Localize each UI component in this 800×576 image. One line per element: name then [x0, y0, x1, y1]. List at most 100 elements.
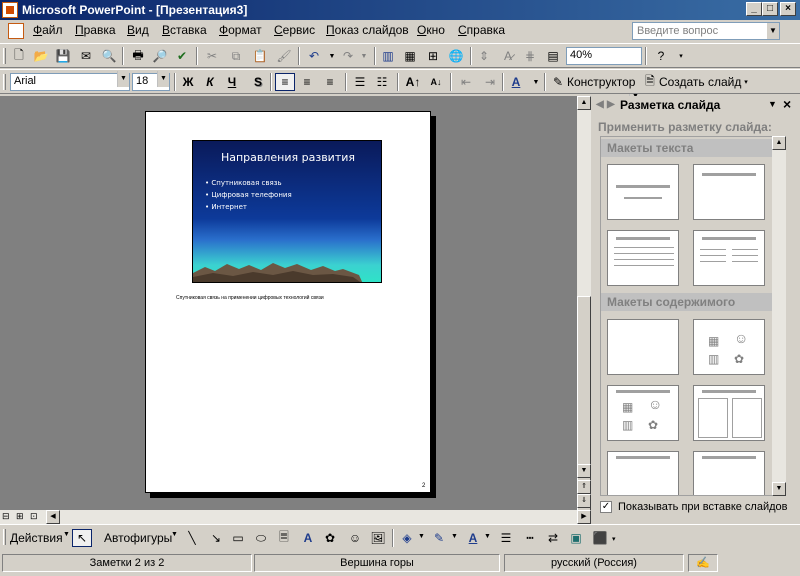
line-icon[interactable]: ╲	[182, 529, 202, 547]
menu-format[interactable]: Формат	[219, 23, 262, 37]
dash-style-icon[interactable]: ┅	[520, 529, 540, 547]
toolbar-options-icon[interactable]: ▾	[671, 47, 691, 65]
cut-icon[interactable]: ✂	[202, 47, 222, 65]
pane-close-icon[interactable]: ×	[783, 96, 791, 112]
oval-icon[interactable]: ⬭	[251, 529, 271, 547]
new-slide-button[interactable]: Создать слайд	[659, 75, 741, 89]
menu-view[interactable]: Вид	[127, 23, 149, 37]
new-slide-icon[interactable]: 🗎	[640, 73, 660, 91]
shadow-icon[interactable]: ▣	[566, 529, 586, 547]
sorter-view-icon[interactable]: ⊞	[16, 511, 28, 523]
scroll-left-icon[interactable]: ◀	[46, 510, 60, 524]
table-icon[interactable]: ▦	[400, 47, 420, 65]
normal-view-icon[interactable]: ⊟	[2, 511, 14, 523]
expand-icon[interactable]: ⇕	[474, 47, 494, 65]
numbering-icon[interactable]: ☰	[350, 73, 370, 91]
layout-four-content[interactable]	[607, 451, 679, 495]
spelling-icon[interactable]: ✔	[172, 47, 192, 65]
redo-dropdown-icon[interactable]: ▼	[354, 47, 374, 65]
scroll-down-icon[interactable]: ▼	[577, 464, 591, 478]
increase-indent-icon[interactable]: ⇥	[480, 73, 500, 91]
back-icon[interactable]: ◀	[596, 99, 604, 110]
menu-insert[interactable]: Вставка	[162, 23, 207, 37]
increase-font-icon[interactable]: A↑	[403, 73, 423, 91]
menu-tools[interactable]: Сервис	[274, 23, 315, 37]
menu-slideshow[interactable]: Показ слайдов	[326, 23, 409, 37]
align-left-icon[interactable]: ≡	[275, 73, 295, 91]
gallery-scroll-up-icon[interactable]: ▲	[772, 136, 786, 150]
layout-blank[interactable]	[607, 319, 679, 375]
shadow-button[interactable]: S	[248, 73, 268, 91]
rectangle-icon[interactable]: ▭	[228, 529, 248, 547]
layout-title-slide[interactable]	[607, 164, 679, 220]
grid-icon[interactable]: ⋕	[520, 47, 540, 65]
picture-icon[interactable]: 🖼	[368, 529, 388, 547]
toolbar-grip[interactable]	[3, 48, 6, 64]
layout-two-columns[interactable]	[693, 230, 765, 286]
ask-dropdown-icon[interactable]: ▼	[767, 23, 779, 39]
font-select[interactable]: Arial	[10, 73, 130, 91]
slideshow-view-icon[interactable]: ⊡	[30, 511, 42, 523]
layout-content[interactable]: ▦ ☺ ▥ ✿	[693, 319, 765, 375]
spelling-status-icon[interactable]: ✍	[688, 554, 718, 572]
3d-icon[interactable]: ⬛	[590, 529, 610, 547]
autoshapes-menu[interactable]: Автофигуры	[104, 531, 172, 545]
menu-edit[interactable]: Правка	[75, 23, 116, 37]
color-grayscale-icon[interactable]: ▤	[543, 47, 563, 65]
line-style-icon[interactable]: ☰	[496, 529, 516, 547]
tables-borders-icon[interactable]: ⊞	[423, 47, 443, 65]
previous-slide-icon[interactable]: ⇑	[577, 480, 591, 494]
scroll-up-icon[interactable]: ▲	[577, 96, 591, 110]
actions-dropdown-icon[interactable]: ▼	[63, 531, 70, 538]
save-icon[interactable]: 💾	[53, 47, 73, 65]
menu-file[interactable]: Файл	[33, 23, 63, 37]
layout-four-content-alt[interactable]	[693, 451, 765, 495]
designer-button[interactable]: Конструктор	[567, 75, 635, 89]
select-pointer-icon[interactable]: ↖	[72, 529, 92, 547]
line-color-icon[interactable]: ✎	[429, 529, 449, 547]
font-color-icon[interactable]: A	[506, 73, 526, 91]
vertical-scrollbar[interactable]: ▲ ▼ ⇑ ⇓	[577, 96, 591, 544]
autoshapes-dropdown-icon[interactable]: ▼	[171, 531, 178, 538]
horizontal-scrollbar[interactable]: ⊟ ⊞ ⊡ ◀ ▶	[0, 510, 591, 524]
preview-icon[interactable]: 🔎	[150, 47, 170, 65]
paste-icon[interactable]: 📋	[250, 47, 270, 65]
close-button[interactable]: ×	[780, 2, 796, 16]
layout-title-text[interactable]	[607, 230, 679, 286]
toolbar-options-icon[interactable]: ▾	[612, 535, 616, 543]
show-formatting-icon[interactable]: A̷	[498, 47, 518, 65]
gallery-scroll-down-icon[interactable]: ▼	[772, 482, 786, 496]
font-color-dropdown-icon[interactable]: ▼	[526, 73, 546, 91]
textbox-icon[interactable]: 🗏	[274, 529, 294, 547]
font-dropdown-icon[interactable]: ▼	[117, 71, 129, 87]
decrease-indent-icon[interactable]: ⇤	[456, 73, 476, 91]
align-right-icon[interactable]: ≡	[320, 73, 340, 91]
permission-icon[interactable]: ✉	[76, 47, 96, 65]
layout-title-two-content[interactable]	[693, 385, 765, 441]
powerpoint-icon[interactable]	[2, 2, 18, 18]
chart-icon[interactable]: ▥	[378, 47, 398, 65]
slide-preview[interactable]: Направления развития • Спутниковая связь…	[192, 140, 382, 283]
next-slide-icon[interactable]: ⇓	[577, 494, 591, 508]
fill-dropdown-icon[interactable]: ▼	[418, 533, 425, 540]
bold-button[interactable]: Ж	[178, 73, 198, 91]
clipart-icon[interactable]: ☺	[345, 529, 365, 547]
open-icon[interactable]: 📂	[31, 47, 51, 65]
toolbar-grip[interactable]	[3, 529, 6, 545]
format-painter-icon[interactable]: 🖌	[274, 47, 294, 65]
arrow-icon[interactable]: ↘	[206, 529, 226, 547]
bullets-icon[interactable]: ☷	[372, 73, 392, 91]
maximize-button[interactable]: □	[762, 2, 778, 16]
ask-question-input[interactable]: Введите вопрос	[632, 22, 780, 40]
designer-icon[interactable]: ✎	[548, 73, 568, 91]
italic-button[interactable]: К	[200, 73, 220, 91]
search-doc-icon[interactable]: 🔍	[99, 47, 119, 65]
font-color-icon[interactable]: A	[463, 529, 483, 547]
menu-window[interactable]: Окно	[417, 23, 445, 37]
font-color-dropdown-icon[interactable]: ▼	[484, 533, 491, 540]
undo-icon[interactable]: ↶	[304, 47, 324, 65]
underline-button[interactable]: Ч	[222, 73, 242, 91]
new-icon[interactable]: 🗋	[9, 47, 29, 65]
pane-menu-icon[interactable]: ▼	[768, 99, 777, 109]
toolbar-grip[interactable]	[3, 74, 6, 90]
